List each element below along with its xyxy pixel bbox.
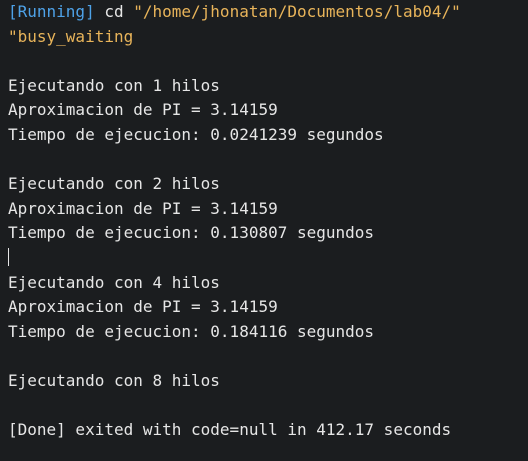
run-pi-line: Aproximacion de PI = 3.14159 [8,100,278,120]
run-time-line: Tiempo de ejecucion: 0.184116 segundos [8,321,375,341]
cursor-line [8,246,461,271]
command-path: "/home/jhonatan/Documentos/lab04/" [133,2,461,21]
command-line: [Running] cd "/home/jhonatan/Documentos/… [8,0,461,25]
done-line: [Done] exited with code=null in 412.17 s… [8,420,452,440]
running-tag: [Running] [8,2,95,21]
run-threads-line: Ejecutando con 1 hilos [8,75,220,95]
output-terminal[interactable]: [Running] cd "/home/jhonatan/Documentos/… [0,0,528,461]
text-cursor [8,247,9,266]
run-threads-line: Ejecutando con 2 hilos [8,174,220,194]
run-time-line: Tiempo de ejecucion: 0.130807 segundos [8,223,375,243]
run-threads-line: Ejecutando con 8 hilos [8,370,220,390]
command-path-continued: "busy_waiting [8,26,134,46]
run-pi-line: Aproximacion de PI = 3.14159 [8,198,278,218]
terminal-output: [Running] cd "/home/jhonatan/Documentos/… [8,0,461,443]
run-pi-line: Aproximacion de PI = 3.14159 [8,297,278,317]
command-prefix: cd [94,2,134,21]
run-time-line: Tiempo de ejecucion: 0.0241239 segundos [8,124,384,144]
run-threads-line: Ejecutando con 4 hilos [8,272,220,292]
